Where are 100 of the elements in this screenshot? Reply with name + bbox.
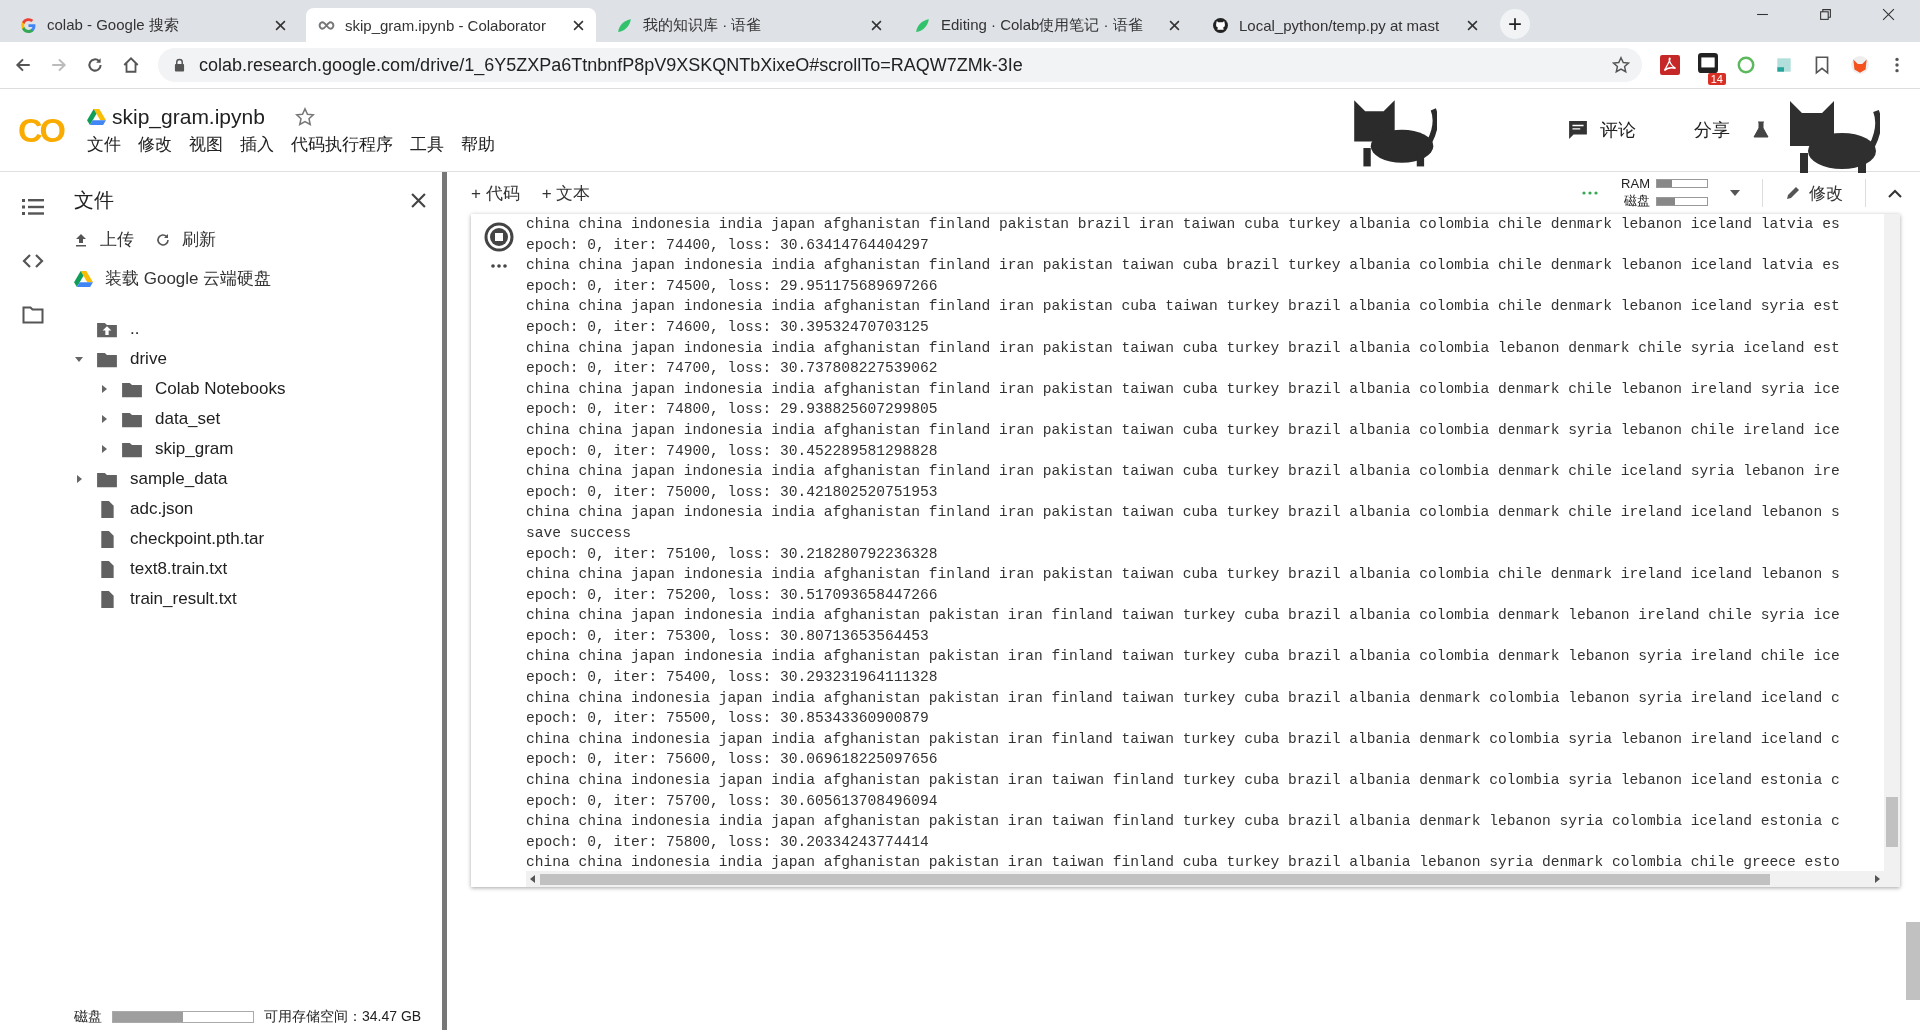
file-name: train_result.txt (130, 589, 237, 609)
book-icon[interactable] (1774, 55, 1794, 75)
share-button[interactable]: 分享 (1694, 118, 1730, 142)
output-line: china china japan indonesia india afghanistan pakistan iran finland taiwan turkey cuba brazil albania colombia denmark lebanon syria ireland chile ice (526, 647, 1841, 667)
vertical-scrollbar[interactable] (1884, 214, 1900, 887)
back-icon[interactable] (14, 56, 32, 74)
output-line: epoch: 0, iter: 74500, loss: 29.951175689697266 (526, 276, 939, 296)
file-name: skip_gram (155, 439, 234, 459)
menu-item[interactable]: 工具 (410, 132, 444, 156)
output-line: china china indonesia india japan afghanistan pakistan iran taiwan finland turkey cuba brazil albania denmark lebanon syria colombia iceland estonia c (526, 812, 1841, 832)
add-text-button[interactable]: + 文本 (541, 181, 591, 205)
browser-tab[interactable]: skip_gram.ipynb - Colaborator (306, 8, 596, 42)
file-name: checkpoint.pth.tar (130, 529, 265, 549)
menu-item[interactable]: 插入 (240, 132, 274, 156)
output-line: china china japan indonesia india afghanistan finland iran pakistan taiwan cuba turkey brazil albania colombia denmark syria lebanon chile ireland ice (526, 420, 1841, 440)
edit-button[interactable]: 修改 (1785, 181, 1843, 205)
file-tree-item[interactable]: adc.json (66, 494, 436, 524)
caret-right-icon[interactable] (99, 444, 109, 454)
pdf-icon[interactable] (1660, 55, 1680, 75)
file-tree-item[interactable]: Colab Notebooks (91, 374, 436, 404)
address-bar[interactable]: colab.research.google.com/drive/1_6Y5ZXPa6TtnbnfP8pV9XSKQNTbXixeO#scrollTo=RAQW7ZMk-3Ie (158, 48, 1642, 82)
drive-icon (74, 270, 93, 287)
browser-tab[interactable]: 我的知识库 · 语雀 (604, 8, 894, 42)
upload-icon (74, 232, 88, 247)
folder-outline-icon[interactable] (22, 306, 44, 324)
new-tab-button[interactable]: + (1500, 9, 1530, 39)
google-icon (20, 16, 37, 34)
fox-icon[interactable] (1850, 55, 1870, 75)
output-line: china china indonesia japan india afghanistan pakistan iran finland taiwan turkey cuba brazil albania denmark colombia lebanon syria ireland iceland c (526, 688, 1841, 708)
menu-item[interactable]: 文件 (87, 132, 121, 156)
url-text: colab.research.google.com/drive/1_6Y5ZXPa6TtnbnfP8pV9XSKQNTbXixeO#scrollTo=RAQW7ZMk-3Ie (199, 54, 1023, 76)
close-icon[interactable] (1467, 19, 1478, 31)
close-icon[interactable] (1169, 19, 1180, 31)
browser-tab[interactable]: colab - Google 搜索 (8, 8, 298, 42)
star-icon[interactable] (1612, 56, 1630, 74)
file-tree-item[interactable]: data_set (91, 404, 436, 434)
upload-button[interactable]: 上传 (74, 228, 134, 251)
more-icon[interactable] (490, 264, 507, 268)
table-of-contents-icon[interactable] (22, 198, 44, 216)
scroll-left-icon[interactable] (530, 875, 536, 883)
caret-down-icon[interactable] (74, 354, 84, 364)
menu-item[interactable]: 修改 (138, 132, 172, 156)
add-code-button[interactable]: + 代码 (471, 181, 520, 205)
output-line: china china indonesia japan india afghanistan pakistan iran taiwan finland turkey cuba brazil albania denmark colombia syria lebanon iceland estonia c (526, 771, 1841, 791)
flask-icon[interactable] (1752, 121, 1770, 139)
page-scrollbar[interactable] (1906, 922, 1920, 1000)
output-line: china china japan indonesia india afghanistan finland iran pakistan cuba taiwan turkey brazil albania colombia chile denmark lebanon iceland syria est (526, 297, 1841, 317)
caret-right-icon[interactable] (99, 414, 109, 424)
output-line: china china japan indonesia india afghanistan finland iran pakistan taiwan cuba brazil turkey albania colombia chile denmark lebanon iceland latvia es (526, 256, 1841, 276)
comment-icon (1568, 120, 1588, 140)
file-tree-item[interactable]: skip_gram (91, 434, 436, 464)
lock-icon (174, 58, 185, 72)
refresh-button[interactable]: 刷新 (156, 228, 216, 251)
file-tree-item[interactable]: .. (66, 314, 436, 344)
mount-drive-button[interactable]: 装载 Google 云端硬盘 (66, 257, 436, 300)
close-icon[interactable] (411, 192, 426, 208)
disk-label: 磁盘 (74, 1008, 102, 1026)
file-tree-item[interactable]: sample_data (66, 464, 436, 494)
close-icon[interactable] (275, 19, 286, 31)
horizontal-scrollbar[interactable] (526, 871, 1884, 887)
file-tree-item[interactable]: checkpoint.pth.tar (66, 524, 436, 554)
home-icon[interactable] (122, 56, 140, 74)
output-line: epoch: 0, iter: 74400, loss: 30.63414764404297 (526, 235, 930, 255)
leaf-icon (616, 16, 633, 34)
file-tree-item[interactable]: train_result.txt (66, 584, 436, 614)
close-icon[interactable] (871, 19, 882, 31)
browser-tab[interactable]: Editing · Colab使用笔记 · 语雀 (902, 8, 1192, 42)
menu-item[interactable]: 帮助 (461, 132, 495, 156)
resource-monitor[interactable]: RAM 磁盘 (1620, 176, 1708, 210)
scroll-right-icon[interactable] (1874, 875, 1880, 883)
output-line: china china indonesia japan india afghanistan pakistan iran finland taiwan turkey cuba brazil albania denmark colombia syria lebanon ireland iceland c (526, 729, 1841, 749)
tab-title: Local_python/temp.py at mast (1239, 16, 1441, 34)
tab-title: 我的知识库 · 语雀 (643, 15, 763, 35)
close-icon[interactable] (573, 19, 584, 31)
caret-right-icon[interactable] (99, 384, 109, 394)
menu-item[interactable]: 视图 (189, 132, 223, 156)
comment-button[interactable]: 评论 (1568, 118, 1636, 142)
notebook-title[interactable]: skip_gram.ipynb (112, 104, 265, 129)
stop-icon[interactable] (483, 222, 514, 252)
menu-item[interactable]: 代码执行程序 (291, 132, 393, 156)
code-icon[interactable] (22, 252, 44, 270)
file-name: .. (130, 319, 140, 339)
browser-tab[interactable]: Local_python/temp.py at mast (1200, 8, 1490, 42)
file-tree-item[interactable]: drive (66, 344, 436, 374)
output-line: china china indonesia india japan afghanistan finland pakistan brazil iran taiwan cuba turkey albania colombia chile denmark lebanon iceland latvia es (526, 215, 1841, 234)
star-icon[interactable] (294, 106, 315, 127)
caret-right-icon[interactable] (74, 474, 84, 484)
restore-icon[interactable] (1819, 8, 1832, 21)
file-tree-item[interactable]: text8.train.txt (66, 554, 436, 584)
extension-icon[interactable] (1698, 53, 1718, 73)
file-name: drive (130, 349, 167, 369)
reload-icon[interactable] (86, 56, 104, 74)
close-icon[interactable] (1882, 8, 1895, 21)
output-line: epoch: 0, iter: 75400, loss: 30.293231964111328 (526, 668, 939, 688)
panel-title: 文件 (74, 187, 114, 213)
collapse-icon[interactable] (1888, 188, 1902, 198)
output-line: china china japan indonesia india afghanistan pakistan iran finland taiwan turkey cuba brazil albania colombia denmark lebanon ireland chile syria ice (526, 606, 1841, 626)
output-line: china china japan indonesia india afghanistan finland iran pakistan taiwan cuba turkey brazil albania colombia denmark chile iceland syria lebanon ire (526, 462, 1841, 482)
dropdown-icon[interactable] (1730, 190, 1740, 196)
output-line: epoch: 0, iter: 75500, loss: 30.85343360900879 (526, 709, 930, 729)
